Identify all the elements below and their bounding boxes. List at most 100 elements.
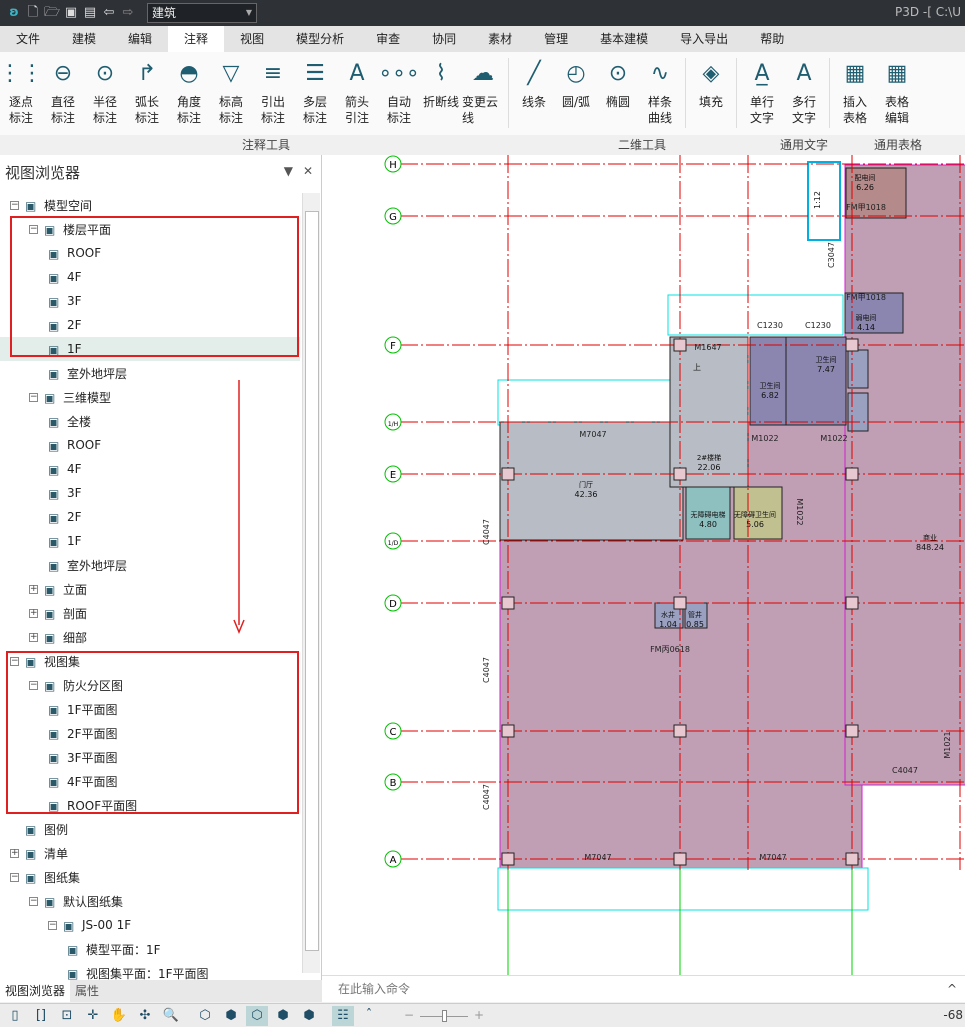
floor-plan-drawing[interactable]: 配电间6.26弱电间4.14卫生间6.82卫生间7.47门厅42.362#楼梯2…	[322, 155, 965, 975]
open-folder-icon[interactable]: 🗁	[44, 5, 60, 21]
menu-tab[interactable]: 审查	[360, 26, 416, 52]
menu-tab[interactable]: 文件	[0, 26, 56, 52]
chevron-up-icon[interactable]: ^	[947, 976, 957, 1002]
expand-icon[interactable]: +	[29, 608, 38, 618]
collapse-icon[interactable]: −	[29, 392, 38, 402]
tree-item[interactable]: + ▣ 立面	[0, 577, 300, 601]
ribbon-button[interactable]: ∿ 样条 曲线	[639, 58, 681, 135]
shaded-edges-icon[interactable]: ⬢	[272, 1006, 294, 1026]
save-as-icon[interactable]: ▤	[82, 5, 98, 21]
expand-icon[interactable]: +	[29, 632, 38, 642]
realistic-icon[interactable]: ⬢	[298, 1006, 320, 1026]
ribbon-button[interactable]: ☁ 变更云线	[462, 58, 504, 135]
ribbon-button[interactable]: A 箭头 引注	[336, 58, 378, 135]
tree-item[interactable]: ▣ 2F	[0, 505, 300, 529]
button-label: 引注	[344, 111, 369, 125]
menu-tab[interactable]: 协同	[416, 26, 472, 52]
collapse-icon[interactable]: −	[48, 920, 57, 930]
tree-item[interactable]: ▣ 图例	[0, 817, 300, 841]
hidden-line-icon[interactable]: ⬢	[220, 1006, 242, 1026]
collapse-icon[interactable]: −	[10, 200, 19, 210]
orbit-icon[interactable]: ✣	[134, 1006, 156, 1026]
collapse-icon[interactable]: −	[10, 872, 19, 882]
tree-item[interactable]: ▣ 3F	[0, 481, 300, 505]
tree-item[interactable]: ▣ 全楼	[0, 409, 300, 433]
ribbon-button[interactable]: ▦ 插入 表格	[834, 58, 876, 135]
undo-icon[interactable]: ⇦	[101, 5, 117, 21]
command-input[interactable]: 在此输入命令 ^	[322, 975, 965, 1002]
fit-icon[interactable]: []	[30, 1006, 52, 1026]
shaded-icon[interactable]: ⬡	[246, 1005, 268, 1026]
menu-tab[interactable]: 模型分析	[280, 26, 360, 52]
discipline-select[interactable]: 建筑 ▼	[147, 3, 257, 23]
ribbon-button[interactable]: ☰ 多层 标注	[294, 58, 336, 135]
new-file-icon[interactable]: 🗋	[25, 5, 41, 21]
zoom-extents-icon[interactable]: ✛	[82, 1006, 104, 1026]
ribbon-button[interactable]: ⊙ 椭圆	[597, 58, 639, 135]
ribbon-button[interactable]: ◓ 角度 标注	[168, 58, 210, 135]
ribbon-button[interactable]: ⋮⋮ 逐点 标注	[0, 58, 43, 135]
zoom-slider[interactable]: − +	[404, 1006, 484, 1026]
tree-item[interactable]: − ▣ 模型空间	[0, 193, 300, 217]
tree-item[interactable]: + ▣ 细部	[0, 625, 300, 649]
tree-item[interactable]: ▣ ROOF	[0, 433, 300, 457]
tree-item[interactable]: − ▣ JS-00 1F	[0, 913, 300, 937]
pan-icon[interactable]: ✋	[108, 1006, 130, 1026]
expand-icon[interactable]: ˆ	[358, 1006, 380, 1026]
tree-scrollbar[interactable]	[302, 193, 320, 973]
tree-item[interactable]: − ▣ 默认图纸集	[0, 889, 300, 913]
wireframe-icon[interactable]: ⬡	[194, 1006, 216, 1026]
menu-tab[interactable]: 素材	[472, 26, 528, 52]
panel-menu-icon[interactable]: ▼	[284, 164, 293, 178]
ribbon-button[interactable]: ⊖ 直径 标注	[42, 58, 84, 135]
ribbon-button[interactable]: ╱ 线条	[513, 58, 555, 135]
ribbon-button[interactable]: A̲ 单行 文字	[741, 58, 783, 135]
tree-item[interactable]: ▣ 4F	[0, 457, 300, 481]
zoom-icon[interactable]: 🔍	[160, 1006, 182, 1026]
axis-label: 1/H	[388, 421, 398, 428]
menu-tab[interactable]: 基本建模	[584, 26, 664, 52]
drawing-canvas[interactable]: 配电间 6.26 弱电间 4.14 卫生间 6.82 卫生间 7.47 门厅 42.36 2#楼梯 2…	[322, 155, 965, 975]
button-label: 标注	[386, 111, 411, 125]
tree-item[interactable]: ▣ 室外地坪层	[0, 553, 300, 577]
ribbon-button[interactable]: ∘∘∘ 自动 标注	[378, 58, 420, 135]
page-icon[interactable]: ▯	[4, 1006, 26, 1026]
tree-item[interactable]: ▣ 模型平面：1F	[0, 937, 300, 961]
ribbon-button[interactable]: ▦ 表格 编辑	[876, 58, 918, 135]
room-area: 6.82	[761, 391, 779, 400]
menu-tab[interactable]: 管理	[528, 26, 584, 52]
ribbon-button[interactable]: ⊙ 半径 标注	[84, 58, 126, 135]
layer-icon[interactable]: ☷	[332, 1005, 354, 1026]
tab-properties[interactable]: 属性	[70, 980, 104, 1002]
ribbon-button[interactable]: ↱ 弧长 标注	[126, 58, 168, 135]
tree-item[interactable]: − ▣ 三维模型	[0, 385, 300, 409]
ribbon-button[interactable]: ◴ 圆/弧	[555, 58, 597, 135]
tree-item-label: JS-00 1F	[82, 918, 132, 932]
expand-icon[interactable]: +	[10, 848, 19, 858]
menu-tab[interactable]: 导入导出	[664, 26, 744, 52]
menu-tab[interactable]: 建模	[56, 26, 112, 52]
tree-item[interactable]: ▣ 1F	[0, 529, 300, 553]
collapse-icon[interactable]: −	[29, 896, 38, 906]
ribbon-button[interactable]: ≡ 引出 标注	[252, 58, 294, 135]
menu-tab[interactable]: 编辑	[112, 26, 168, 52]
ribbon-button[interactable]: ◈ 填充	[690, 58, 732, 135]
ribbon-button[interactable]: ⌇ 折断线	[420, 58, 462, 135]
save-icon[interactable]: ▣	[63, 5, 79, 21]
tab-view-browser[interactable]: 视图浏览器	[0, 980, 71, 1002]
scrollbar-thumb[interactable]	[305, 211, 319, 951]
expand-icon[interactable]: +	[29, 584, 38, 594]
menu-tab[interactable]: 帮助	[744, 26, 800, 52]
tree-item[interactable]: + ▣ 剖面	[0, 601, 300, 625]
menu-tab[interactable]: 视图	[224, 26, 280, 52]
close-icon[interactable]: ✕	[303, 164, 313, 178]
menu-tab[interactable]: 注释	[168, 26, 225, 52]
tree-item[interactable]: ▣ 室外地坪层	[0, 361, 300, 385]
window-add-icon[interactable]: ⊡	[56, 1006, 78, 1026]
ribbon-button[interactable]: ▽ 标高 标注	[210, 58, 252, 135]
redo-icon[interactable]: ⇨	[120, 5, 136, 21]
tree-item[interactable]: + ▣ 清单	[0, 841, 300, 865]
view-icon: ▣	[25, 198, 37, 213]
ribbon-button[interactable]: A 多行 文字	[783, 58, 825, 135]
tree-item[interactable]: − ▣ 图纸集	[0, 865, 300, 889]
